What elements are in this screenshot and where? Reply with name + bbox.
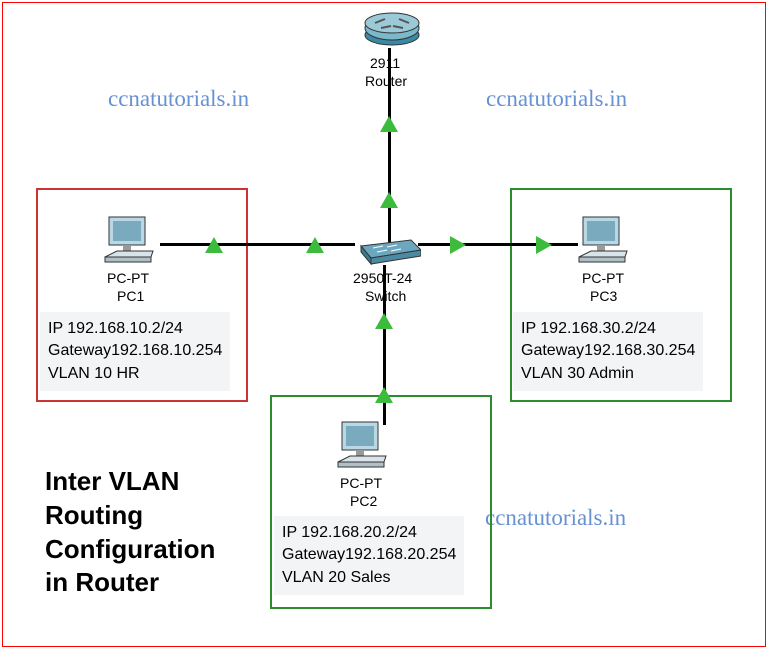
pc1-gateway: Gateway192.168.10.254 bbox=[48, 340, 222, 362]
router-label: Router bbox=[365, 73, 407, 89]
link-arrow-4 bbox=[306, 237, 324, 253]
pc3-icon bbox=[577, 215, 633, 265]
link-router-switch bbox=[388, 48, 391, 243]
pc1-vlan: VLAN 10 HR bbox=[48, 363, 222, 385]
watermark-top-left: ccnatutorials.in bbox=[108, 86, 249, 112]
link-arrow-8 bbox=[375, 387, 393, 403]
pc2-name-label: PC2 bbox=[350, 493, 377, 509]
pc3-vlan: VLAN 30 Admin bbox=[521, 363, 695, 385]
pc2-icon bbox=[336, 420, 392, 470]
pc3-type-label: PC-PT bbox=[582, 270, 624, 286]
pc1-icon bbox=[103, 215, 159, 265]
pc3-info-box: IP 192.168.30.2/24 Gateway192.168.30.254… bbox=[513, 312, 703, 391]
pc1-type-label: PC-PT bbox=[107, 270, 149, 286]
link-pc1-switch bbox=[160, 243, 355, 246]
link-arrow-7 bbox=[375, 313, 393, 329]
pc2-info-box: IP 192.168.20.2/24 Gateway192.168.20.254… bbox=[274, 516, 464, 595]
router-model-label: 2911 bbox=[370, 55, 400, 71]
link-arrow-3 bbox=[205, 237, 223, 253]
pc3-ip: IP 192.168.30.2/24 bbox=[521, 318, 695, 340]
diagram-title: Inter VLANRoutingConfigurationin Router bbox=[45, 465, 215, 600]
pc1-info-box: IP 192.168.10.2/24 Gateway192.168.10.254… bbox=[40, 312, 230, 391]
watermark-top-right: ccnatutorials.in bbox=[486, 86, 627, 112]
pc2-vlan: VLAN 20 Sales bbox=[282, 567, 456, 589]
watermark-bottom-right: ccnatutorials.in bbox=[485, 505, 626, 531]
link-arrow-5 bbox=[450, 236, 466, 254]
pc2-ip: IP 192.168.20.2/24 bbox=[282, 522, 456, 544]
link-arrow-1 bbox=[380, 116, 398, 132]
link-arrow-2 bbox=[380, 192, 398, 208]
pc3-name-label: PC3 bbox=[590, 288, 617, 304]
pc3-gateway: Gateway192.168.30.254 bbox=[521, 340, 695, 362]
pc1-name-label: PC1 bbox=[117, 288, 144, 304]
link-switch-pc3 bbox=[418, 243, 578, 246]
pc2-type-label: PC-PT bbox=[340, 475, 382, 491]
pc1-ip: IP 192.168.10.2/24 bbox=[48, 318, 222, 340]
router-icon bbox=[363, 10, 421, 48]
link-arrow-6 bbox=[536, 236, 552, 254]
pc2-gateway: Gateway192.168.20.254 bbox=[282, 544, 456, 566]
switch-icon bbox=[353, 238, 421, 266]
